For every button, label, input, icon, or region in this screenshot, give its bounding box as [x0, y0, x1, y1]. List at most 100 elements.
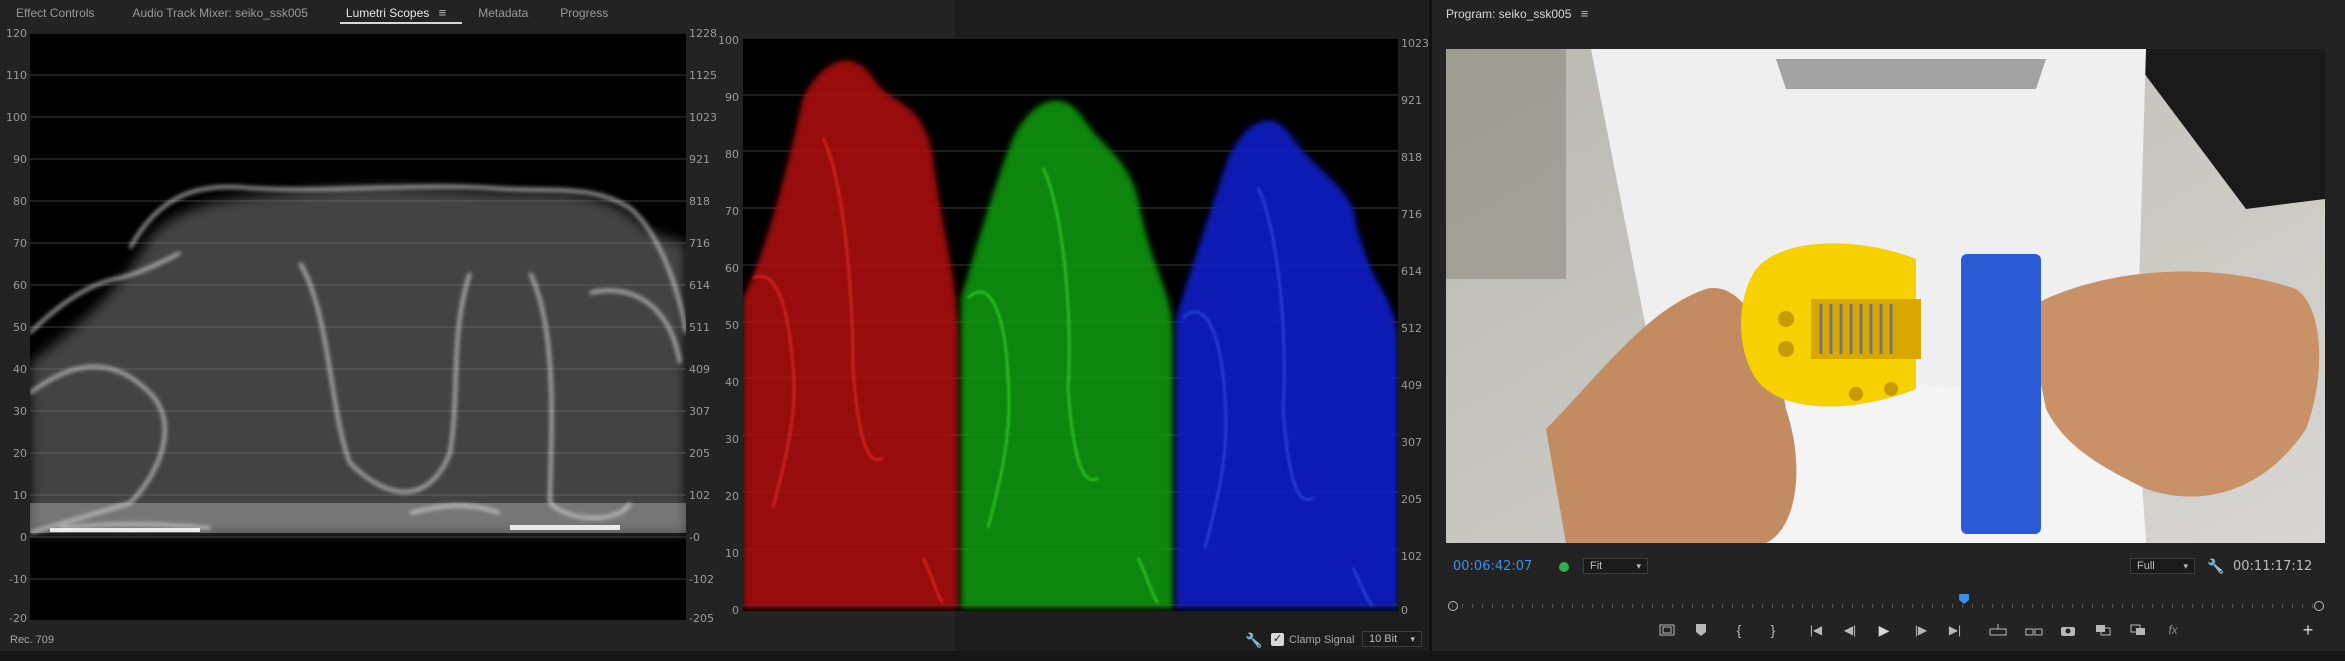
panel-menu-icon[interactable]: ≡ — [439, 0, 447, 26]
parade-tick-l: 20 — [725, 490, 739, 503]
tab-audio-track-mixer[interactable]: Audio Track Mixer: seiko_ssk005 — [110, 0, 323, 26]
wf-tick-l: 110 — [6, 69, 27, 82]
parade-tick-l: 60 — [725, 262, 739, 275]
add-marker-icon[interactable] — [1690, 620, 1712, 640]
multicam-icon[interactable] — [2127, 620, 2149, 640]
parade-tick-r: 512 — [1401, 322, 1422, 335]
chevron-down-icon: ▾ — [2183, 560, 2188, 571]
color-space-label: Rec. 709 — [10, 634, 55, 646]
chevron-down-icon: ▾ — [1636, 560, 1641, 571]
video-frame-image — [1446, 49, 2325, 543]
parade-tick-l: 100 — [718, 34, 739, 47]
wf-tick-l: -20 — [9, 612, 27, 625]
mark-in-icon[interactable]: { — [1728, 620, 1750, 640]
monitor-settings-wrench-icon[interactable]: 🔧 — [2207, 558, 2224, 574]
clamp-signal-label: Clamp Signal — [1289, 634, 1355, 646]
wf-tick-l: 70 — [13, 237, 27, 250]
wf-tick-r: 614 — [689, 279, 710, 292]
wf-tick-l: 30 — [13, 405, 27, 418]
tab-lumetri-label: Lumetri Scopes — [345, 6, 430, 20]
parade-tick-r: 409 — [1401, 379, 1422, 392]
wf-tick-r: 205 — [689, 447, 710, 460]
parade-tick-l: 40 — [725, 376, 739, 389]
comparison-view-icon[interactable] — [2092, 620, 2114, 640]
wf-tick-l: -10 — [9, 573, 27, 586]
wf-tick-r: 716 — [689, 237, 710, 250]
rgb-parade-image — [743, 38, 1398, 611]
zoom-select[interactable]: Fit ▾ — [1583, 558, 1648, 574]
wf-tick-r: 307 — [689, 405, 710, 418]
wf-tick-r: -0 — [689, 531, 700, 544]
ruler-in-handle[interactable] — [1448, 601, 1458, 611]
left-tabbar: Effect Controls Audio Track Mixer: seiko… — [0, 0, 624, 26]
waveform-graph — [30, 33, 686, 580]
status-dot-icon — [1559, 562, 1569, 572]
scope-settings-wrench-icon[interactable]: 🔧 — [1245, 632, 1262, 648]
tab-lumetri-scopes[interactable]: Lumetri Scopes ≡ — [324, 0, 463, 26]
wf-tick-r: 409 — [689, 363, 710, 376]
wf-tick-l: 10 — [13, 489, 27, 502]
parade-tick-r: 0 — [1401, 604, 1408, 617]
wf-tick-l: 90 — [13, 153, 27, 166]
tab-effect-controls[interactable]: Effect Controls — [0, 0, 110, 26]
parade-tick-l: 80 — [725, 148, 739, 161]
playhead-marker[interactable] — [1959, 594, 1970, 604]
wf-tick-l: 100 — [6, 111, 27, 124]
program-title-text: Program: seiko_ssk005 — [1446, 7, 1572, 21]
parade-tick-r: 818 — [1401, 151, 1422, 164]
extract-icon[interactable] — [2023, 620, 2045, 640]
wf-tick-r: 1023 — [689, 111, 717, 124]
wf-tick-l: 80 — [13, 195, 27, 208]
parade-tick-r: 614 — [1401, 265, 1422, 278]
wf-tick-l: 60 — [13, 279, 27, 292]
resolution-value: Full — [2137, 560, 2155, 572]
resolution-select[interactable]: Full ▾ — [2130, 558, 2195, 574]
parade-tick-r: 716 — [1401, 208, 1422, 221]
parade-tick-r: 102 — [1401, 550, 1422, 563]
step-forward-icon[interactable]: |▶ — [1910, 620, 1932, 640]
parade-tick-l: 0 — [732, 604, 739, 617]
parade-tick-l: 50 — [725, 319, 739, 332]
wf-tick-l: 0 — [20, 531, 27, 544]
time-ruler[interactable] — [1448, 594, 2324, 620]
go-to-out-icon[interactable]: ▶| — [1944, 620, 1966, 640]
parade-tick-l: 90 — [725, 91, 739, 104]
play-icon[interactable]: ▶ — [1873, 620, 1895, 640]
export-frame-camera-icon[interactable] — [2057, 620, 2079, 640]
wf-tick-l: 20 — [13, 447, 27, 460]
parade-tick-r: 205 — [1401, 493, 1422, 506]
program-video-frame[interactable] — [1446, 49, 2325, 543]
wf-tick-l: 40 — [13, 363, 27, 376]
current-timecode[interactable]: 00:06:42:07 — [1453, 559, 1532, 574]
mark-out-icon[interactable]: } — [1762, 620, 1784, 640]
program-monitor-title: Program: seiko_ssk005 ≡ — [1446, 6, 1588, 21]
fx-toggle-icon[interactable]: fx — [2162, 620, 2184, 640]
bottom-strip — [0, 651, 2345, 661]
go-to-in-icon[interactable]: |◀ — [1805, 620, 1827, 640]
add-button-icon[interactable]: + — [2297, 620, 2319, 640]
parade-tick-r: 1023 — [1401, 37, 1429, 50]
step-back-icon[interactable]: ◀| — [1839, 620, 1861, 640]
tab-progress[interactable]: Progress — [544, 0, 624, 26]
tab-metadata[interactable]: Metadata — [462, 0, 544, 26]
chevron-down-icon: ▾ — [1410, 633, 1415, 644]
wf-tick-r: -102 — [689, 573, 714, 586]
safe-margins-icon[interactable] — [1656, 620, 1678, 640]
panel-menu-icon[interactable]: ≡ — [1581, 6, 1589, 21]
bit-depth-select[interactable]: 10 Bit ▾ — [1362, 631, 1422, 647]
duration-timecode: 00:11:17:12 — [2233, 559, 2313, 574]
parade-tick-l: 70 — [725, 205, 739, 218]
parade-tick-l: 10 — [725, 547, 739, 560]
bit-depth-value: 10 Bit — [1369, 633, 1398, 645]
parade-tick-r: 307 — [1401, 436, 1422, 449]
clamp-signal-checkbox[interactable]: ✓ — [1271, 633, 1284, 646]
parade-tick-r: 921 — [1401, 94, 1422, 107]
ruler-out-handle[interactable] — [2314, 601, 2324, 611]
wf-tick-r: 1125 — [689, 69, 717, 82]
rgb-parade-graph — [743, 38, 1398, 609]
wf-tick-l: 120 — [6, 27, 27, 40]
zoom-value: Fit — [1590, 560, 1603, 572]
lift-icon[interactable] — [1987, 620, 2009, 640]
parade-tick-l: 30 — [725, 433, 739, 446]
waveform-scope — [30, 33, 686, 620]
